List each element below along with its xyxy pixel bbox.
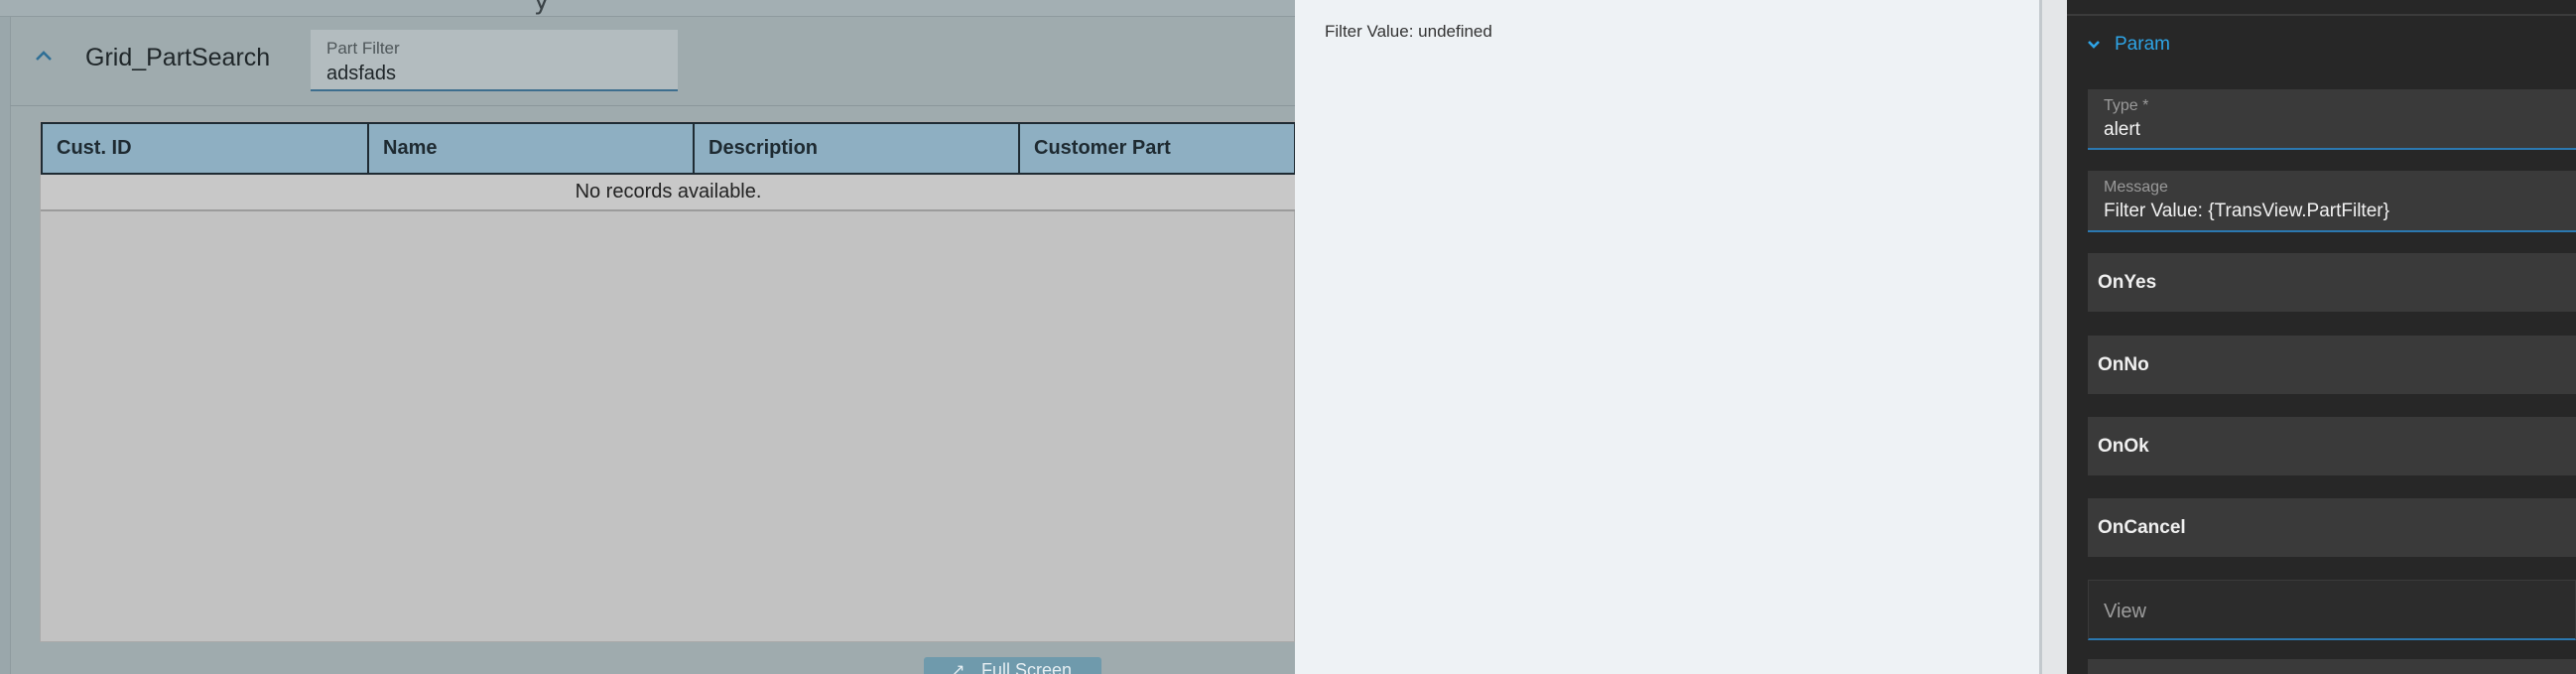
view-input[interactable]: View xyxy=(2088,580,2576,640)
message-field[interactable]: Message Filter Value: {TransView.PartFil… xyxy=(2088,171,2576,232)
full-screen-label: Full Screen xyxy=(981,660,1073,674)
on-cancel-row[interactable]: OnCancel xyxy=(2088,498,2576,557)
collapse-chevron-icon[interactable] xyxy=(30,42,58,69)
column-header-description[interactable]: Description xyxy=(695,124,1020,173)
expand-arrow-icon: ↗ xyxy=(952,662,966,674)
properties-top-divider xyxy=(2067,14,2576,16)
message-field-value[interactable]: Filter Value: {TransView.PartFilter} xyxy=(2104,201,2389,222)
type-field-value[interactable]: alert xyxy=(2104,119,2140,141)
column-header-name[interactable]: Name xyxy=(369,124,695,173)
part-filter-label: Part Filter xyxy=(326,39,400,58)
type-field[interactable]: Type * alert xyxy=(2088,89,2576,150)
grid-empty-message: No records available. xyxy=(41,175,1295,211)
alert-preview-pane: Filter Value: undefined xyxy=(1295,0,2039,674)
part-filter-value[interactable]: adsfads xyxy=(326,63,396,85)
grid-header-row: Cust. ID Name Description Customer Part xyxy=(41,122,1295,175)
parts-grid: Cust. ID Name Description Customer Part … xyxy=(40,121,1295,642)
grid-title: Grid_PartSearch xyxy=(85,44,271,71)
full-screen-button[interactable]: ↗ Full Screen xyxy=(924,657,1101,674)
top-toolbar-strip: y xyxy=(0,0,1295,17)
param-section-label: Param xyxy=(2115,34,2170,55)
chevron-down-icon xyxy=(2087,37,2101,53)
column-header-cust-id[interactable]: Cust. ID xyxy=(43,124,369,173)
properties-pane: Param Type * alert Message Filter Value:… xyxy=(2067,0,2576,674)
alert-message-text: Filter Value: undefined xyxy=(1325,22,1492,41)
param-section-toggle[interactable]: Param xyxy=(2087,30,2170,60)
type-field-label: Type * xyxy=(2104,97,2149,114)
app-background-area: y Grid_PartSearch Part Filter adsfads Cu… xyxy=(0,0,1295,674)
part-filter-input[interactable]: Part Filter adsfads xyxy=(311,30,678,91)
on-ok-row[interactable]: OnOk xyxy=(2088,417,2576,475)
on-yes-row[interactable]: OnYes xyxy=(2088,253,2576,312)
on-no-row[interactable]: OnNo xyxy=(2088,336,2576,394)
top-title-fragment: y xyxy=(534,0,550,16)
column-header-customer-part[interactable]: Customer Part xyxy=(1020,124,1295,173)
pane-gutter xyxy=(2042,0,2067,674)
next-field-stub[interactable] xyxy=(2088,659,2576,674)
message-field-label: Message xyxy=(2104,179,2168,196)
view-placeholder: View xyxy=(2104,601,2146,622)
panel-divider xyxy=(10,105,1295,106)
